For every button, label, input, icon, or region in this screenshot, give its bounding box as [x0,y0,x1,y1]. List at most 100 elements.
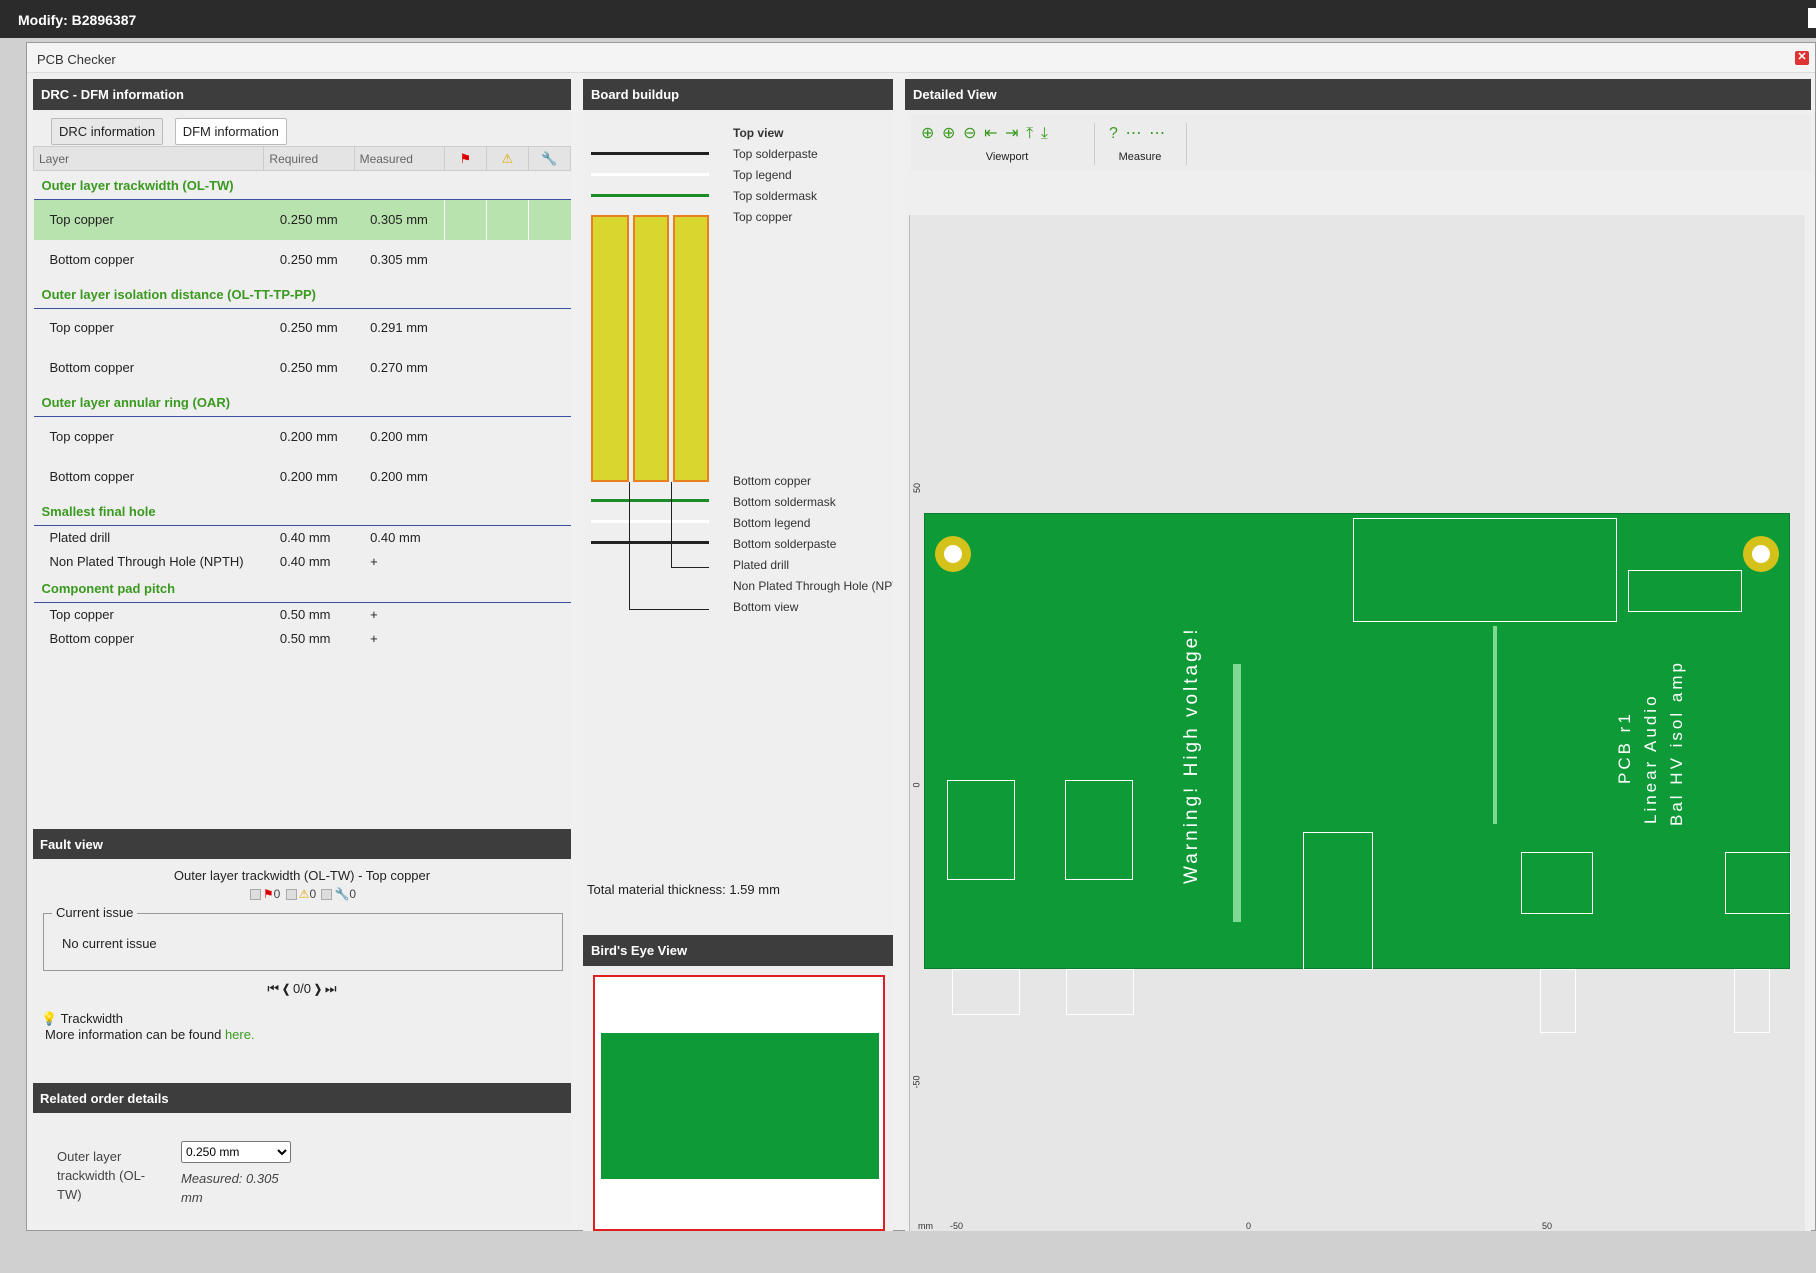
column-layer[interactable]: Layer [32,146,265,171]
pcb-checker-dialog: PCB Checker ✕ DRC - DFM information DRC … [26,42,1816,1231]
related-order-body: Outer layer trackwidth (OL-TW) 0.250 mm … [33,1113,571,1273]
window-control[interactable] [1808,8,1816,28]
cell-required: 0.250 mm [279,360,338,375]
connector-sh1 [1521,852,1593,914]
table-row[interactable]: Top copper 0.50 mm + [34,602,571,627]
drc-group-header: Outer layer isolation distance (OL-TT-TP… [33,279,571,309]
cell-status [485,199,529,240]
zoom-out-icon[interactable]: ⊖ [963,123,976,143]
wrench-checkbox[interactable] [321,889,333,901]
drc-group-title: Smallest final hole [33,496,571,526]
layer-bottom-copper: Bottom copper [733,474,812,488]
cell-status [528,308,570,348]
pan-up-icon[interactable]: ⤒ [1026,125,1033,143]
cell-status [444,417,486,457]
warning-checkbox[interactable] [285,889,297,901]
layer-bottom-legend: Bottom legend [733,516,811,530]
cell-layer: Top copper [49,606,114,622]
bottom-legend-line [591,520,709,523]
close-icon[interactable]: ✕ [1795,51,1809,65]
table-row[interactable]: Bottom copper 0.250 mm 0.305 mm [34,240,571,280]
column-required[interactable]: Required [263,146,355,171]
zoom-in-icon[interactable]: ⊕ [942,123,955,143]
birds-eye-viewport[interactable] [593,975,885,1231]
cell-layer: Bottom copper [49,468,135,484]
measure-distance-icon[interactable]: ⋯ [1149,123,1165,143]
last-page-icon[interactable]: ⏭ [325,981,337,996]
drc-group-title: Outer layer isolation distance (OL-TT-TP… [33,279,571,309]
pan-left-icon[interactable]: ⇤ [984,123,997,143]
wrench-icon[interactable]: 🔧 [527,146,572,171]
related-order-panel: Related order details Outer layer trackw… [33,1083,571,1273]
flag-icon[interactable]: ⚑ [443,146,487,171]
trackwidth-select[interactable]: 0.250 mm [181,1141,291,1163]
cell-layer: Top copper [49,320,114,336]
drc-group-header: Component pad pitch [33,573,571,603]
current-issue-box: Current issue No current issue [43,905,563,971]
cell-layer: Plated drill [49,529,111,545]
app-title: Modify: B2896387 [18,12,137,28]
flag-icon: ⚑ [262,887,274,901]
table-row[interactable]: Top copper 0.250 mm 0.305 mm [33,199,571,240]
table-row[interactable]: Top copper 0.200 mm 0.200 mm [34,417,571,457]
measure-icon[interactable]: ⋯ [1126,123,1142,143]
tab-drc-information[interactable]: DRC information [51,118,164,145]
birds-eye-header: Bird's Eye View [583,935,893,966]
pan-down-icon[interactable]: ⤓ [1041,125,1048,143]
cell-required: 0.200 mm [279,428,338,444]
cell-status [527,199,571,240]
drc-group-title: Outer layer annular ring (OAR) [33,388,571,417]
cell-status [486,550,528,574]
wrench-count: 0 [349,887,357,901]
y-tick-50: 50 [912,482,923,494]
cell-status [444,525,486,550]
help-icon[interactable]: ? [1109,125,1118,143]
cell-required: 0.50 mm [279,606,331,622]
column-measured[interactable]: Measured [353,146,445,171]
cell-status [444,550,486,574]
table-row[interactable]: Non Plated Through Hole (NPTH) 0.40 mm + [34,550,571,574]
flag-checkbox[interactable] [249,889,261,901]
fault-view-header: Fault view [33,829,571,859]
cell-status [528,348,570,388]
layer-bottom-view: Bottom view [733,600,799,614]
cell-status [528,602,570,627]
cell-status [444,602,486,627]
board-text-warning: Warning! High voltage! [1181,626,1202,884]
first-page-icon[interactable]: ⏮ [267,981,279,996]
table-row[interactable]: Bottom copper 0.250 mm 0.270 mm [34,348,571,388]
board-text-linear-audio: Linear Audio [1641,693,1660,824]
dialog-titlebar: PCB Checker ✕ [27,43,1815,73]
plated-drill-line [671,482,672,568]
cell-status [486,525,528,550]
current-issue-text: No current issue [62,936,157,951]
pcb-board: Warning! High voltage! PCB r1 Linear Aud… [924,513,1791,970]
drc-group-header: Outer layer trackwidth (OL-TW) [33,170,571,200]
table-row[interactable]: Bottom copper 0.200 mm 0.200 mm [34,457,571,497]
table-row[interactable]: Top copper 0.250 mm 0.291 mm [34,308,571,348]
cell-required: 0.250 mm [263,199,355,240]
tip-link[interactable]: here. [225,1027,255,1042]
table-row[interactable]: Bottom copper 0.50 mm + [34,627,571,651]
warning-icon[interactable]: ⚠ [485,146,529,171]
tab-dfm-information[interactable]: DFM information [174,118,287,145]
pan-right-icon[interactable]: ⇥ [1005,123,1018,143]
cell-measured: 0.305 mm [354,199,445,240]
zoom-fit-icon[interactable]: ⊕ [921,123,934,143]
next-page-icon[interactable]: ❯ [315,981,322,996]
board-text-pcb: PCB r1 [1615,711,1634,784]
prev-page-icon[interactable]: ❮ [283,981,290,996]
solderpaste-line [591,152,709,155]
axis-unit: mm [918,1221,933,1231]
cell-status [443,199,487,240]
cell-layer: Bottom copper [49,251,135,267]
board-text-bal-hv: Bal HV isol amp [1667,660,1686,826]
current-issue-legend: Current issue [52,905,138,920]
total-thickness: Total material thickness: 1.59 mm [587,882,780,897]
cell-measured: + [370,553,378,569]
detail-canvas[interactable]: 50 0 -50 -50 0 50 mm Warning! High volta… [909,215,1805,1231]
cell-layer: Top copper [33,199,264,240]
cell-status [528,457,570,497]
cell-layer: Non Plated Through Hole (NPTH) [49,553,244,569]
table-row[interactable]: Plated drill 0.40 mm 0.40 mm [34,525,571,550]
